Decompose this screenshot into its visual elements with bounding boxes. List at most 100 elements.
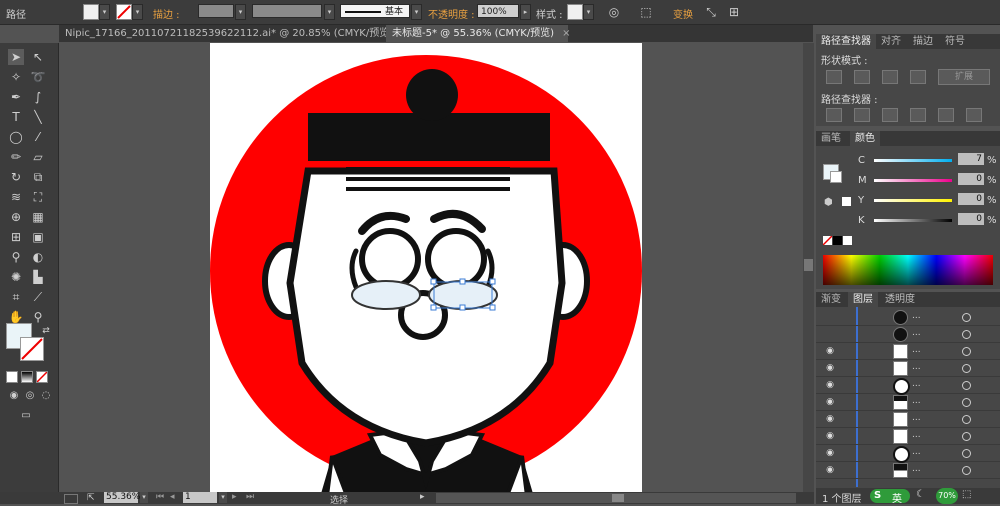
none-swatch[interactable] <box>822 235 833 246</box>
exclude-icon[interactable] <box>910 70 926 84</box>
eye-icon[interactable]: ◉ <box>825 363 835 373</box>
next-page-icon[interactable]: ▸ <box>232 492 237 502</box>
horizontal-scroll-thumb[interactable] <box>612 494 624 502</box>
target-icon[interactable] <box>962 364 971 373</box>
tab-symbols[interactable]: 符号 <box>940 34 970 49</box>
eye-icon[interactable]: ◉ <box>825 431 835 441</box>
target-icon[interactable] <box>962 347 971 356</box>
screen-mode-icon[interactable]: ▭ <box>18 408 34 424</box>
tab-align[interactable]: 对齐 <box>876 34 906 49</box>
transform-label[interactable]: 变换 <box>673 6 693 21</box>
shape-builder-icon[interactable]: ⊕ <box>8 209 24 225</box>
rotate-tool-icon[interactable]: ↻ <box>8 169 24 185</box>
fill-dropdown[interactable]: ▾ <box>99 4 110 20</box>
magic-wand-icon[interactable]: ✧ <box>8 69 24 85</box>
selection-tool-icon[interactable]: ➤ <box>8 49 24 65</box>
tab-gradient[interactable]: 渐变 <box>816 292 846 307</box>
brush-dropdown[interactable]: ▾ <box>411 4 422 20</box>
ime-indicator[interactable]: S 英 <box>870 489 910 505</box>
target-icon[interactable] <box>962 415 971 424</box>
channel-m-value[interactable]: 0 <box>958 173 984 185</box>
target-icon[interactable] <box>962 466 971 475</box>
divide-icon[interactable] <box>826 108 842 122</box>
style-dropdown[interactable]: ▾ <box>583 4 594 20</box>
zoom-field[interactable]: 55.36% <box>104 492 140 503</box>
warp-tool-icon[interactable]: ≋ <box>8 189 24 205</box>
variable-width-dropdown[interactable]: ▾ <box>324 4 335 20</box>
minus-back-icon[interactable] <box>966 108 982 122</box>
layer-row[interactable]: ◉... <box>816 411 1000 428</box>
perspective-grid-icon[interactable]: ▦ <box>30 209 46 225</box>
draw-inside-icon[interactable]: ◌ <box>38 388 54 404</box>
target-icon[interactable] <box>962 449 971 458</box>
color-stroke-box[interactable] <box>830 171 842 183</box>
black-swatch[interactable] <box>833 236 842 245</box>
line-tool-icon[interactable]: ╲ <box>30 109 46 125</box>
stroke-label[interactable]: 描边 : <box>153 6 180 21</box>
direct-selection-icon[interactable]: ↖ <box>30 49 46 65</box>
minus-front-icon[interactable] <box>854 70 870 84</box>
artboard-tool-icon[interactable]: ⌗ <box>8 289 24 305</box>
merge-icon[interactable] <box>882 108 898 122</box>
lasso-icon[interactable]: ➰ <box>30 69 46 85</box>
channel-c-slider[interactable] <box>874 159 952 162</box>
blend-tool-icon[interactable]: ◐ <box>30 249 46 265</box>
brush-tool-icon[interactable]: ⁄ <box>30 129 46 145</box>
color-spectrum[interactable] <box>823 255 993 285</box>
stroke-weight-dropdown[interactable]: ▾ <box>235 4 246 20</box>
intersect-icon[interactable] <box>882 70 898 84</box>
graph-tool-icon[interactable]: ▙ <box>30 269 46 285</box>
tab-layers[interactable]: 图层 <box>848 292 878 307</box>
opacity-label[interactable]: 不透明度 : <box>428 6 475 21</box>
align-to-icon[interactable]: ⬚ <box>638 4 654 20</box>
color-mode-icon[interactable] <box>6 371 18 383</box>
expand-button[interactable]: 扩展 <box>938 69 990 85</box>
gradient-tool-icon[interactable]: ▣ <box>30 229 46 245</box>
doc-tab-1[interactable]: Nipic_17166_20110721182539622112.ai* @ 2… <box>59 25 410 42</box>
slice-tool-icon[interactable]: ⟋ <box>30 289 46 305</box>
draw-normal-icon[interactable]: ◉ <box>6 388 22 404</box>
target-icon[interactable] <box>962 381 971 390</box>
ellipse-tool-icon[interactable]: ◯ <box>8 129 24 145</box>
panel-menu-icon[interactable]: ⊞ <box>726 4 742 20</box>
eye-icon[interactable]: ◉ <box>825 346 835 356</box>
layer-row[interactable]: ... <box>816 326 1000 343</box>
opacity-dropdown[interactable]: ▸ <box>520 4 531 20</box>
eye-icon[interactable]: ◉ <box>825 397 835 407</box>
close-icon[interactable]: × <box>562 28 570 39</box>
tab-pathfinder[interactable]: 路径查找器 <box>816 34 876 49</box>
pencil-tool-icon[interactable]: ✏ <box>8 149 24 165</box>
variable-width-field[interactable] <box>252 4 322 18</box>
zoom-dropdown[interactable]: ▾ <box>140 492 148 503</box>
pen-tool-icon[interactable]: ✒ <box>8 89 24 105</box>
none-mode-icon[interactable] <box>36 371 48 383</box>
eyedropper-icon[interactable]: ⚲ <box>8 249 24 265</box>
isolate-icon[interactable]: ⤡ <box>703 4 719 20</box>
swap-colors-icon[interactable]: ⇄ <box>38 323 54 339</box>
layer-row[interactable]: ◉... <box>816 360 1000 377</box>
eye-icon[interactable]: ◉ <box>825 380 835 390</box>
channel-k-value[interactable]: 0 <box>958 213 984 225</box>
horizontal-scrollbar[interactable] <box>436 493 796 503</box>
tray-icon[interactable]: ⬚ <box>962 489 971 500</box>
white-swatch[interactable] <box>843 236 852 245</box>
target-icon[interactable] <box>962 313 971 322</box>
vertical-scrollbar[interactable] <box>803 43 814 492</box>
layer-row[interactable]: ◉... <box>816 394 1000 411</box>
trim-icon[interactable] <box>854 108 870 122</box>
style-swatch[interactable] <box>567 4 583 20</box>
prev-page-icon[interactable]: ◂ <box>170 492 175 502</box>
layer-row[interactable]: ◉... <box>816 462 1000 479</box>
channel-m-slider[interactable] <box>874 179 952 182</box>
target-icon[interactable] <box>962 398 971 407</box>
draw-behind-icon[interactable]: ◎ <box>22 388 38 404</box>
eraser-tool-icon[interactable]: ▱ <box>30 149 46 165</box>
stroke-color-box[interactable] <box>20 337 44 361</box>
outline-icon[interactable] <box>938 108 954 122</box>
page-field[interactable]: 1 <box>183 492 217 503</box>
tab-stroke[interactable]: 描边 <box>908 34 938 49</box>
brush-field[interactable]: 基本 <box>340 4 410 18</box>
layer-row[interactable]: ... <box>816 309 1000 326</box>
stroke-dropdown[interactable]: ▾ <box>132 4 143 20</box>
layer-list[interactable]: ... ... ◉... ◉... ◉... ◉... ◉... ◉... ◉.… <box>816 307 1000 487</box>
